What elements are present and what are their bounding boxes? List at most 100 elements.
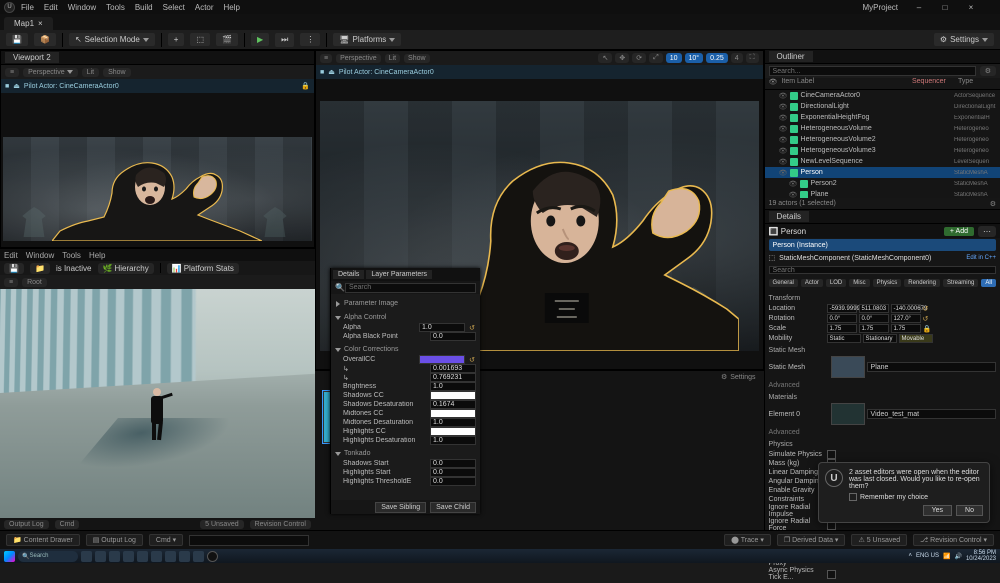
hierarchy-button[interactable]: 🌿 Hierarchy <box>98 263 154 274</box>
chip-all[interactable]: All <box>981 279 996 287</box>
chip-misc[interactable]: Misc <box>849 279 869 287</box>
outliner-options-button[interactable]: ⚙ <box>990 200 996 208</box>
window-close-button[interactable]: × <box>966 2 976 12</box>
section-advanced[interactable]: Advanced <box>769 426 996 437</box>
system-tray[interactable]: ˄ ENG US 📶 🔊 8:56 PM 10/24/2023 <box>908 550 996 562</box>
rotate-tool-button[interactable]: ⟳ <box>632 53 646 63</box>
material-dropdown[interactable]: Video_test_mat <box>867 409 996 419</box>
visibility-toggle-icon[interactable]: 👁 <box>779 92 787 100</box>
reset-icon[interactable]: ↺ <box>468 356 476 364</box>
pilot-stop-button[interactable]: ■ <box>5 83 9 90</box>
group-parameter-image[interactable]: Parameter Image <box>335 298 476 309</box>
outliner-tab[interactable]: Outliner <box>769 51 813 62</box>
location-x-input[interactable]: -5939.999994 <box>827 304 857 313</box>
brightness-input[interactable]: 1.0 <box>430 382 476 391</box>
midtones-desat-input[interactable]: 1.0 <box>430 418 476 427</box>
platforms-button[interactable]: 🖥 Platforms <box>333 33 401 46</box>
tray-volume-icon[interactable]: 🔊 <box>954 553 961 560</box>
visibility-toggle-icon[interactable]: 👁 <box>779 125 787 133</box>
show-dropdown[interactable]: Show <box>404 54 430 63</box>
taskbar-app-icon[interactable] <box>193 551 204 562</box>
save-child-button[interactable]: Save Child <box>430 502 476 513</box>
highlights-end-input[interactable]: 0.0 <box>430 477 476 486</box>
asset-settings-button[interactable]: ⚙ Settings <box>721 373 756 381</box>
level-tab-close-icon[interactable]: × <box>38 19 43 28</box>
tray-lang[interactable]: ENG US <box>916 553 939 559</box>
static-mesh-dropdown[interactable]: Plane <box>867 362 996 372</box>
section-transform[interactable]: Transform <box>769 292 996 303</box>
menu-actor[interactable]: Actor <box>195 3 214 12</box>
layer-search-input[interactable] <box>345 283 476 293</box>
perspective-dropdown[interactable]: Perspective <box>336 54 381 63</box>
lit-dropdown[interactable]: Lit <box>82 68 99 77</box>
place-actors-button[interactable]: 📦 <box>34 33 56 46</box>
maximize-viewport-button[interactable]: ⛶ <box>746 53 759 63</box>
outliner-row[interactable]: 👁PersonStaticMeshA <box>765 167 1000 178</box>
remember-checkbox[interactable] <box>849 493 857 501</box>
output-log-button[interactable]: ▤ Output Log <box>86 534 143 546</box>
visibility-toggle-icon[interactable]: 👁 <box>789 180 797 188</box>
alpha-input[interactable]: 1.0 <box>419 323 465 332</box>
taskbar-app-icon[interactable] <box>123 551 134 562</box>
camera-speed-chip[interactable]: 4 <box>731 53 743 63</box>
overall-color-swatch[interactable] <box>419 355 465 364</box>
menu-edit[interactable]: Edit <box>44 3 58 12</box>
menu-tools[interactable]: Tools <box>106 3 125 12</box>
physics-checkbox[interactable] <box>827 450 836 459</box>
highlights-start-input[interactable]: 0.0 <box>430 468 476 477</box>
snap-grid-chip[interactable]: 10 <box>666 53 682 63</box>
scale-x-input[interactable]: 1.75 <box>827 324 857 333</box>
viewport-scene[interactable] <box>3 137 312 241</box>
outliner-row[interactable]: 👁HeterogeneousVolume2Heterogeneo <box>765 134 1000 145</box>
platform-stats-button[interactable]: 📊 Platform Stats <box>167 263 239 274</box>
select-tool-button[interactable]: ↖ <box>598 53 612 63</box>
mesh-thumbnail[interactable] <box>831 356 865 378</box>
window-minimize-button[interactable]: – <box>914 2 924 12</box>
shadows-start-input[interactable]: 0.0 <box>430 459 476 468</box>
viewport-tab[interactable]: Viewport 2 <box>5 52 59 63</box>
level-tab[interactable]: Map1 × <box>4 17 53 30</box>
details-search-input[interactable] <box>769 266 996 274</box>
taskbar-app-icon[interactable] <box>109 551 120 562</box>
physics-checkbox[interactable] <box>827 570 836 579</box>
frame-skip-button[interactable]: ⏭ <box>275 33 294 47</box>
restore-yes-button[interactable]: Yes <box>923 505 952 516</box>
play-options-button[interactable]: ⋮ <box>300 33 320 46</box>
group-tonkado[interactable]: Tonkado <box>335 448 476 459</box>
lock-scale-icon[interactable]: 🔒 <box>923 325 932 333</box>
content-drawer-button[interactable]: 📁 Content Drawer <box>6 534 80 546</box>
menu-window[interactable]: Window <box>68 3 96 12</box>
section-static-mesh[interactable]: Static Mesh <box>769 344 996 355</box>
taskbar-search[interactable]: 🔍 Search <box>18 551 78 562</box>
visibility-toggle-icon[interactable]: 👁 <box>779 169 787 177</box>
settings-button[interactable]: ⚙ Settings <box>934 33 994 46</box>
details-options-button[interactable]: ⋯ <box>978 226 996 237</box>
taskbar-app-icon[interactable] <box>137 551 148 562</box>
tab-details[interactable]: Details <box>333 270 364 279</box>
outliner-row[interactable]: 👁HeterogeneousVolume3Heterogeneo <box>765 145 1000 156</box>
visibility-toggle-icon[interactable]: 👁 <box>779 158 787 166</box>
selected-instance[interactable]: Person (Instance) <box>769 239 996 251</box>
menu-select[interactable]: Select <box>163 3 185 12</box>
save-button[interactable]: 💾 <box>6 33 28 46</box>
reset-icon[interactable]: ↺ <box>923 315 929 323</box>
scale-z-input[interactable]: 1.75 <box>891 324 921 333</box>
section-physics[interactable]: Physics <box>769 438 996 449</box>
chip-rendering[interactable]: Rendering <box>904 279 940 287</box>
outliner-search-input[interactable] <box>769 66 976 76</box>
component-row[interactable]: ⬚ StaticMeshComponent (StaticMeshCompone… <box>765 252 1000 264</box>
derived-data-button[interactable]: ❐ Derived Data ▾ <box>777 534 846 546</box>
visibility-toggle-icon[interactable]: 👁 <box>779 114 787 122</box>
highlights-desat-input[interactable]: 1.0 <box>430 436 476 445</box>
details-tab[interactable]: Details <box>769 211 809 222</box>
root-dropdown[interactable]: Root <box>22 278 47 287</box>
perspective-dropdown[interactable]: Perspective <box>23 68 78 77</box>
shadows-desat-input[interactable]: 0.1674 <box>430 400 476 409</box>
cmd-dropdown[interactable]: Cmd ▾ <box>149 534 183 546</box>
group-color-corrections[interactable]: Color Corrections <box>335 344 476 355</box>
visibility-toggle-icon[interactable]: 👁 <box>779 147 787 155</box>
submenu-help[interactable]: Help <box>89 251 105 260</box>
secondary-browse-button[interactable]: 📁 <box>30 263 50 274</box>
reset-icon[interactable]: ↺ <box>468 324 476 332</box>
alpha-blackpoint-input[interactable]: 0.0 <box>430 332 476 341</box>
